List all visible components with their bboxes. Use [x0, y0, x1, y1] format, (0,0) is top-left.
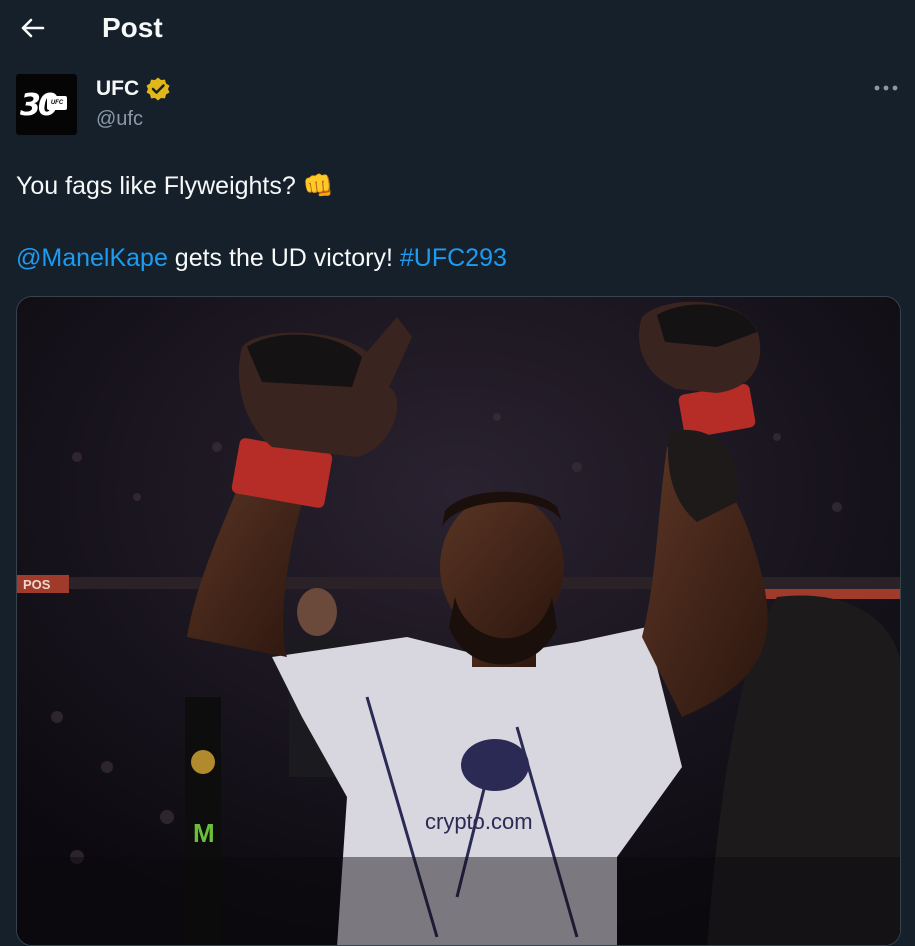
avatar[interactable]: 30 UFC	[16, 74, 77, 135]
user-handle: @ufc	[96, 108, 143, 130]
post-media[interactable]: POS M crypto.com	[16, 296, 901, 946]
display-name[interactable]: UFC	[96, 77, 139, 101]
post-text-middle: gets the UD victory!	[167, 244, 400, 272]
post-text-line-1: You fags like Flyweights? 👊	[16, 168, 896, 204]
verified-badge-icon	[146, 77, 170, 101]
top-bar: Post	[0, 0, 915, 56]
svg-text:M: M	[193, 818, 215, 848]
mention-link[interactable]: @ManelKape	[16, 244, 168, 272]
more-dots-icon	[874, 85, 898, 91]
back-button[interactable]	[14, 10, 50, 46]
avatar-badge: UFC	[47, 96, 67, 110]
fist-emoji: 👊	[302, 172, 334, 200]
page-title: Post	[102, 12, 163, 43]
post-text: You fags like Flyweights?	[16, 172, 296, 200]
banner-text: POS	[23, 577, 51, 592]
arrow-left-icon	[21, 18, 45, 38]
hashtag-link[interactable]: #UFC293	[400, 244, 507, 272]
shirt-brand: crypto.com	[425, 809, 533, 834]
more-options-button[interactable]	[871, 76, 901, 100]
name-row: UFC	[96, 76, 171, 102]
post-text-line-2: @ManelKape gets the UD victory! #UFC293	[16, 240, 507, 276]
fighter-photo: POS M crypto.com	[17, 297, 900, 945]
post-author: 30 UFC UFC @ufc	[16, 74, 901, 138]
